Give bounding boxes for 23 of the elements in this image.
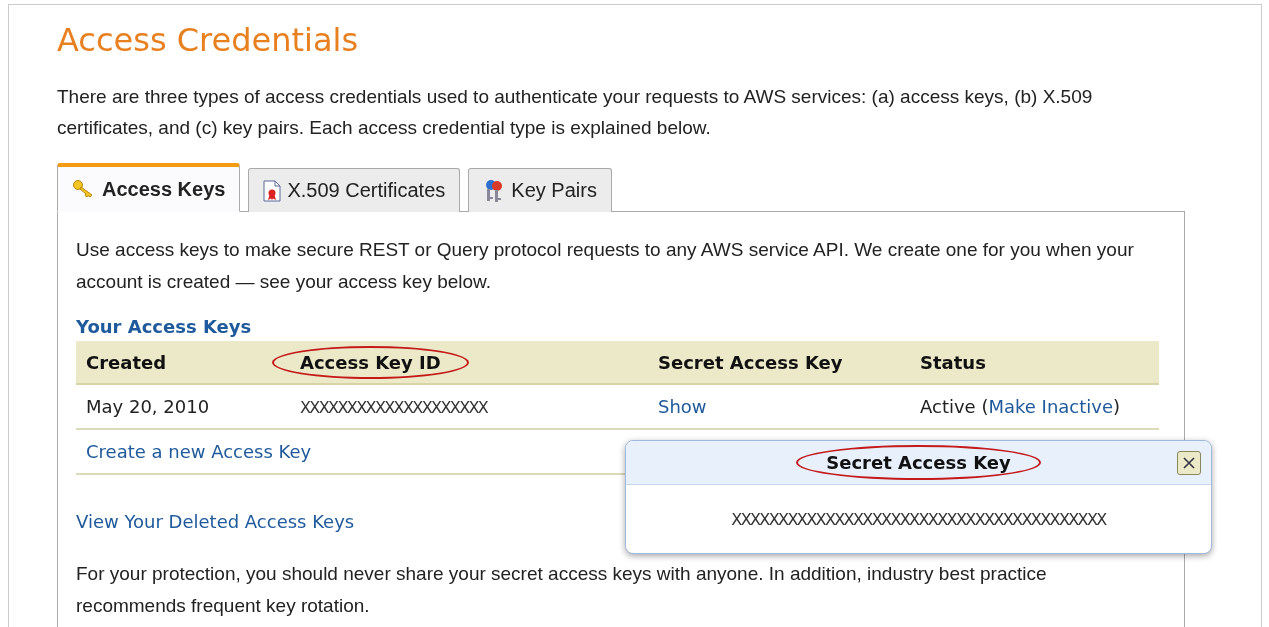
secret-key-value: XXXXXXXXXXXXXXXXXXXXXXXXXXXXXXXXXXXXXXXX bbox=[730, 508, 1108, 531]
column-header: Access Key ID bbox=[272, 345, 469, 379]
deleted-keys-link[interactable]: View Your Deleted Access Keys bbox=[76, 511, 355, 532]
close-icon bbox=[1182, 456, 1196, 470]
column-header: Created bbox=[86, 351, 167, 373]
page-title: Access Credentials bbox=[57, 21, 360, 59]
column-header: Secret Access Key bbox=[658, 351, 843, 373]
popup-title: Secret Access Key bbox=[796, 445, 1041, 480]
intro-text: There are three types of access credentials used to authenticate your requests to AWS services: (a) access keys, (b) X.509 certificates, and (c) key pairs. Each access credential type is explained below. bbox=[57, 85, 1094, 140]
tab[interactable]: X.509 Certificates bbox=[248, 168, 461, 212]
show-link[interactable]: Show bbox=[658, 396, 707, 417]
column-header: Status bbox=[920, 351, 986, 373]
access-key-id: XXXXXXXXXXXXXXXXXXXX bbox=[300, 398, 488, 417]
certificate-icon bbox=[263, 179, 282, 202]
tab[interactable]: Key Pairs bbox=[468, 168, 612, 212]
create-key-link[interactable]: Create a new Access Key bbox=[86, 441, 312, 462]
date-cell: May 20, 2010 bbox=[86, 396, 210, 417]
tab[interactable]: Access Keys bbox=[57, 163, 241, 212]
description-text: Use access keys to make secure REST or Query protocol requests to any AWS service API. We create one for you when your account is created — see your access key below. bbox=[76, 238, 1135, 294]
close-button[interactable] bbox=[1177, 451, 1201, 475]
note-text: For your protection, you should never share your secret access keys with anyone. In addition, industry best practice recommends frequent key rotation. bbox=[76, 562, 1048, 618]
section-title: Your Access Keys bbox=[76, 316, 253, 337]
status-cell: Active (Make Inactive) bbox=[920, 396, 1121, 417]
